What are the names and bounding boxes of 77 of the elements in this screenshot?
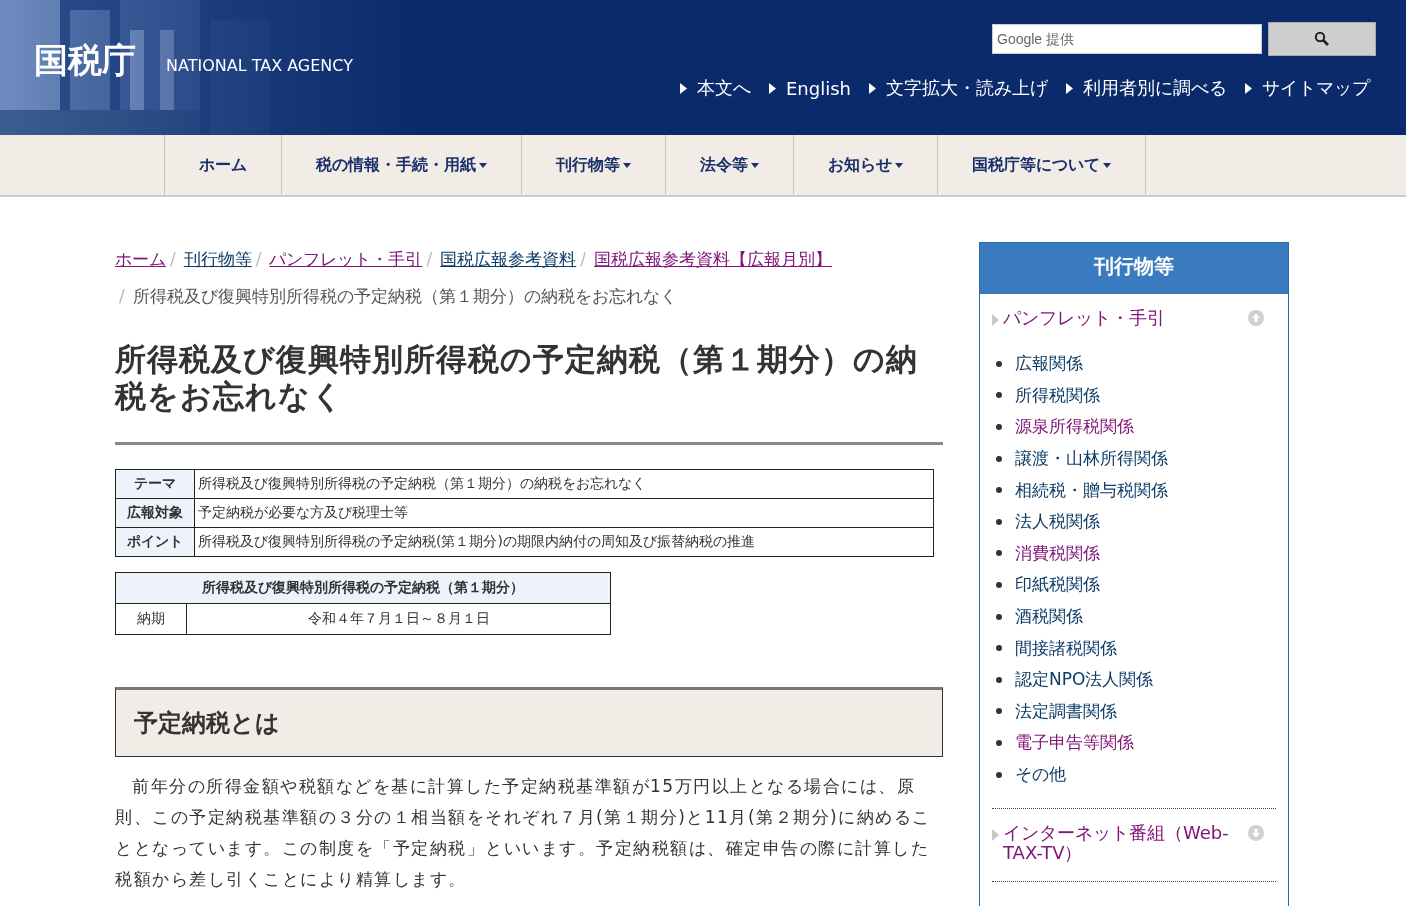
- breadcrumb-separator: /: [426, 248, 433, 271]
- sidebar-link[interactable]: 法定調書関係: [1015, 699, 1117, 723]
- sidebar-link[interactable]: 印紙税関係: [1015, 573, 1100, 597]
- table-cell: 令和４年７月１日～８月１日: [186, 603, 611, 635]
- breadcrumb-separator: /: [255, 248, 262, 271]
- nav-menu-item[interactable]: ホーム: [164, 135, 281, 195]
- table-header-cell: 広報対象: [115, 498, 195, 528]
- bullet-icon: [996, 676, 1002, 683]
- table-header-cell: ポイント: [115, 527, 195, 557]
- section-heading: 予定納税とは: [115, 687, 943, 757]
- bullet-icon: [996, 424, 1002, 430]
- table-cell: 予定納税が必要な方及び税理士等: [194, 498, 934, 528]
- paragraph: 前年分の所得金額や税額などを基に計算した予定納税基準額が15万円以上となる場合には、原則、この予定納税基準額の３分の１相当額をそれぞれ７月(第１期分)と11月(第２期分)に納めることとなっています。この制度を「予定納税」といいます。予定納税額は、確定申告の際に計算した税額から差し引くことにより精算します。: [115, 775, 932, 891]
- breadcrumb-link[interactable]: 国税広報参考資料: [440, 241, 577, 278]
- bullet-icon: [996, 708, 1002, 715]
- nav-menu-item[interactable]: 法令等: [665, 135, 793, 195]
- sidebar-section-link[interactable]: インターネット番組（Web-TAX-TV）: [1003, 823, 1244, 864]
- sidebar-link[interactable]: 広報関係: [1015, 352, 1083, 376]
- header-link[interactable]: English: [769, 76, 851, 100]
- nav-menu-item[interactable]: お知らせ: [793, 135, 937, 195]
- table-header-cell: 所得税及び復興特別所得税の予定納税（第１期分）: [115, 572, 611, 604]
- triangle-icon: [769, 82, 776, 94]
- header-link[interactable]: 本文へ: [680, 76, 751, 100]
- breadcrumb-separator: /: [119, 285, 125, 308]
- sidebar-link[interactable]: 認定NPO法人関係: [1015, 668, 1154, 692]
- bullet-icon: [996, 518, 1002, 525]
- triangle-icon: [869, 82, 876, 94]
- breadcrumb-separator: /: [170, 248, 176, 271]
- bullet-icon: [996, 739, 1002, 746]
- sidebar-link[interactable]: 酒税関係: [1015, 605, 1083, 629]
- nav-menu-item[interactable]: 刊行物等: [521, 135, 665, 195]
- search-icon: [1314, 31, 1330, 47]
- header-link[interactable]: サイトマップ: [1245, 76, 1370, 100]
- sidebar-link[interactable]: 電子申告等関係: [1015, 731, 1134, 755]
- search-button[interactable]: [1268, 22, 1376, 56]
- table-cell: 所得税及び復興特別所得税の予定納税（第１期分）の納税をお忘れなく: [194, 469, 934, 499]
- triangle-icon: [1245, 82, 1252, 94]
- sidebar-link[interactable]: 譲渡・山林所得関係: [1015, 447, 1168, 471]
- sidebar-link[interactable]: 間接諸税関係: [1015, 636, 1117, 660]
- triangle-icon: [1066, 82, 1073, 94]
- bullet-icon: [996, 550, 1002, 557]
- header-link[interactable]: 文字拡大・読み上げ: [869, 76, 1048, 100]
- site-logo[interactable]: 国税庁: [34, 38, 136, 84]
- triangle-icon: [992, 314, 999, 326]
- sidebar-link[interactable]: 相続税・贈与税関係: [1015, 478, 1168, 502]
- bullet-icon: [996, 487, 1002, 494]
- breadcrumb-link[interactable]: 刊行物等: [183, 241, 252, 278]
- bullet-icon: [996, 613, 1002, 620]
- search-field[interactable]: Google 提供: [992, 24, 1262, 54]
- bullet-icon: [996, 455, 1002, 462]
- sidebar-section-link[interactable]: パンフレット・手引: [1003, 308, 1244, 328]
- breadcrumb-link[interactable]: パンフレット・手引: [269, 241, 423, 278]
- bullet-icon: [996, 771, 1002, 778]
- table-cell: 納期: [115, 603, 187, 635]
- bullet-icon: [996, 645, 1002, 652]
- sidebar-link[interactable]: 所得税関係: [1015, 383, 1100, 407]
- site-subtitle: NATIONAL TAX AGENCY: [166, 54, 353, 75]
- sidebar-link[interactable]: 源泉所得税関係: [1015, 415, 1134, 439]
- breadcrumb-link[interactable]: ホーム: [115, 241, 166, 278]
- header-link[interactable]: 利用者別に調べる: [1066, 76, 1227, 100]
- breadcrumb-separator: /: [580, 248, 586, 271]
- bullet-icon: [996, 392, 1002, 399]
- sidebar-heading: 刊行物等: [980, 243, 1288, 294]
- triangle-icon: [680, 82, 687, 94]
- sidebar-link[interactable]: 消費税関係: [1015, 541, 1100, 565]
- breadcrumb-current: 所得税及び復興特別所得税の予定納税（第１期分）の納税をお忘れなく: [132, 285, 677, 308]
- bullet-icon: [996, 581, 1002, 588]
- nav-menu-item[interactable]: 国税庁等について: [937, 135, 1146, 195]
- nav-menu-item[interactable]: 税の情報・手続・用紙: [281, 135, 521, 195]
- table-header-cell: テーマ: [115, 469, 195, 499]
- bullet-icon: [996, 360, 1002, 367]
- breadcrumb-link[interactable]: 国税広報参考資料【広報月別】: [593, 241, 832, 278]
- triangle-icon: [992, 829, 999, 842]
- table-cell: 所得税及び復興特別所得税の予定納税(第１期分)の期限内納付の周知及び振替納税の推進: [194, 527, 934, 557]
- page-title: 所得税及び復興特別所得税の予定納税（第１期分）の納税をお忘れなく: [115, 341, 919, 415]
- sidebar-link[interactable]: その他: [1015, 763, 1066, 786]
- sidebar-link[interactable]: 法人税関係: [1015, 510, 1100, 534]
